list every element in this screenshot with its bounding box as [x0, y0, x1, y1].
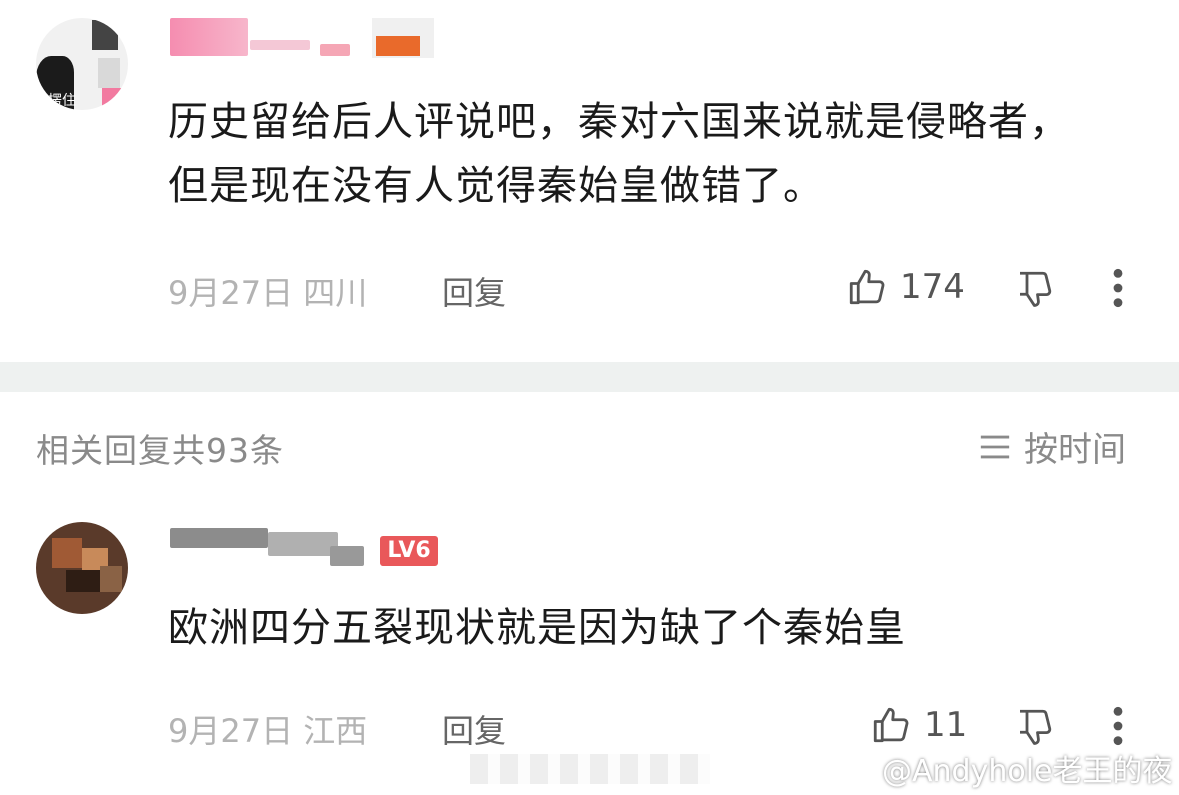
sort-lines-icon: [980, 435, 1010, 458]
username-blurred[interactable]: [170, 528, 268, 548]
avatar-caption: 楞住: [48, 93, 76, 109]
comment-location: 江西: [303, 712, 368, 750]
section-divider: [0, 362, 1179, 392]
comment-date: 9月27日: [168, 712, 294, 750]
reply-button[interactable]: 回复: [442, 706, 506, 752]
thumb-up-icon: [849, 269, 885, 305]
avatar[interactable]: [36, 522, 128, 614]
avatar[interactable]: 楞住: [36, 18, 128, 110]
comment-meta: 9月27日 四川: [168, 268, 367, 314]
sort-label: 按时间: [1024, 430, 1126, 470]
sort-toggle[interactable]: 按时间: [978, 422, 1126, 471]
weibo-logo-icon: [841, 756, 873, 781]
username-blurred-part: [250, 40, 310, 50]
thumb-down-icon: [1020, 271, 1052, 307]
level-badge-blurred: [372, 18, 434, 58]
username-blurred-part: [330, 546, 364, 566]
thumb-down-icon: [1020, 709, 1052, 745]
more-vertical-icon: [1113, 268, 1123, 308]
like-button[interactable]: 174: [846, 266, 965, 308]
blurred-overlay: [470, 754, 710, 784]
comment-meta: 9月27日 江西: [168, 706, 367, 752]
comment-text: 历史留给后人评说吧，秦对六国来说就是侵略者，但是现在没有人觉得秦始皇做错了。: [168, 99, 1070, 209]
dislike-button[interactable]: [1012, 268, 1056, 314]
like-count: 11: [924, 705, 968, 745]
username-blurred-part: [320, 44, 350, 56]
more-options-button[interactable]: [1108, 266, 1128, 314]
more-vertical-icon: [1113, 706, 1123, 746]
reply-button[interactable]: 回复: [442, 268, 506, 314]
like-count: 174: [900, 267, 965, 307]
comment-card: 楞住 历史留给后人评说吧，秦对六国来说就是侵略者，但是现在没有人觉得秦始皇做错了…: [0, 0, 1179, 362]
comment-text: 欧洲四分五裂现状就是因为缺了个秦始皇: [168, 605, 906, 651]
level-badge: LV6: [380, 536, 438, 566]
watermark-text: @Andyhole老王的夜: [882, 754, 1173, 789]
thumb-up-icon: [873, 707, 909, 743]
watermark: @Andyhole老王的夜: [840, 746, 1173, 790]
replies-count-label: 相关回复共93条: [36, 431, 284, 470]
comment-date: 9月27日: [168, 274, 294, 312]
comment-location: 四川: [303, 274, 368, 312]
username-blurred[interactable]: [170, 18, 248, 56]
username-blurred-part: [268, 532, 338, 556]
like-button[interactable]: 11: [870, 704, 967, 746]
more-options-button[interactable]: [1108, 704, 1128, 752]
